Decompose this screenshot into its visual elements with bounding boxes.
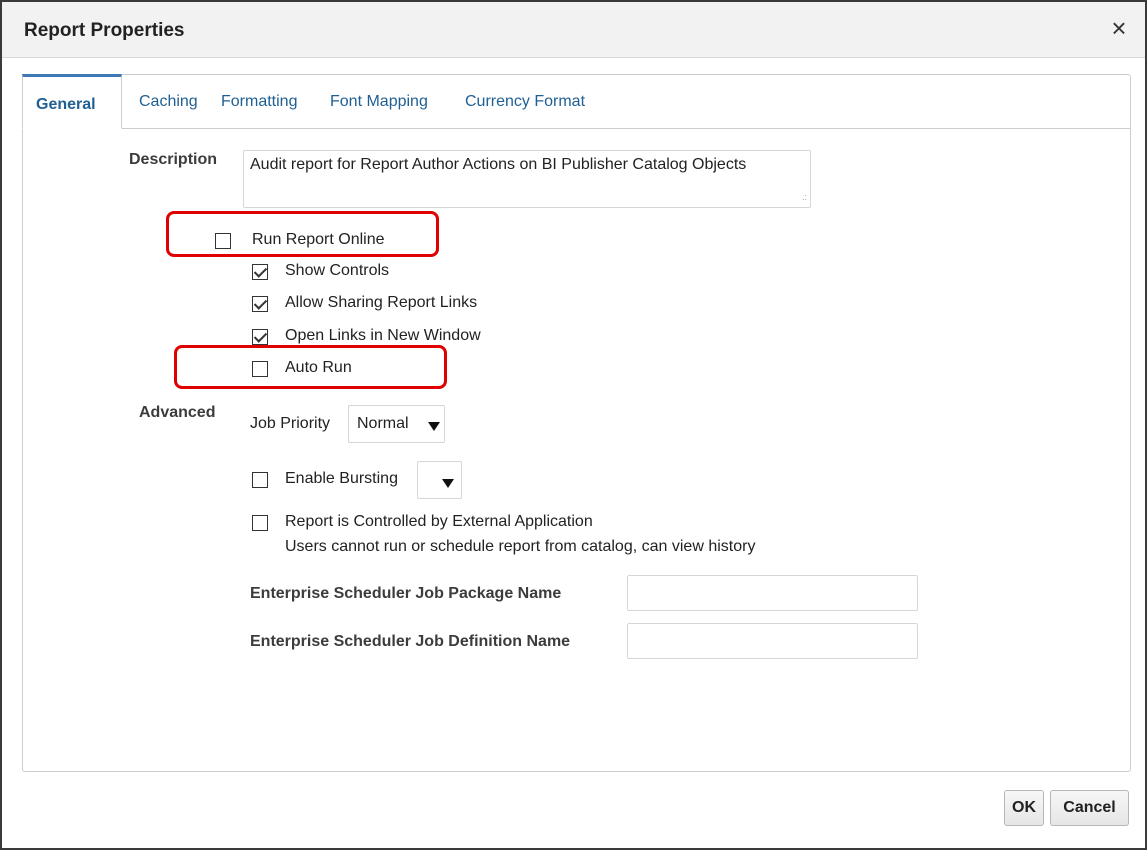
ok-button[interactable]: OK [1004,790,1044,826]
job-priority-value: Normal [357,415,409,432]
external-app-label: Report is Controlled by External Applica… [285,513,593,530]
job-priority-select[interactable]: Normal [348,405,445,443]
run-report-online-checkbox[interactable] [215,233,231,249]
job-priority-label: Job Priority [250,415,331,432]
chevron-down-icon [428,422,440,431]
show-controls-label: Show Controls [285,262,390,279]
tab-general[interactable]: General [22,74,122,129]
resize-grip-icon[interactable]: .: [802,189,807,205]
tab-caching[interactable]: Caching [139,93,198,111]
description-field[interactable]: Audit report for Report Author Actions o… [243,150,811,208]
dialog-title: Report Properties [24,20,185,41]
report-properties-dialog: Report Properties × General Caching Form… [0,0,1147,850]
run-report-online-label: Run Report Online [252,231,385,248]
ess-definition-input[interactable] [627,623,918,659]
description-label: Description [129,151,218,168]
open-links-new-window-label: Open Links in New Window [285,327,481,344]
allow-sharing-links-label: Allow Sharing Report Links [285,294,478,311]
tab-formatting[interactable]: Formatting [221,93,297,111]
tab-font-mapping[interactable]: Font Mapping [330,93,428,111]
auto-run-checkbox[interactable] [252,361,268,377]
external-app-checkbox[interactable] [252,515,268,531]
enable-bursting-label: Enable Bursting [285,470,398,487]
ess-package-label: Enterprise Scheduler Job Package Name [250,585,562,602]
external-app-note: Users cannot run or schedule report from… [285,538,756,555]
close-icon[interactable]: × [1107,14,1131,42]
auto-run-label: Auto Run [285,359,352,376]
tab-currency-format[interactable]: Currency Format [465,93,585,111]
chevron-down-icon [442,479,454,488]
description-text: Audit report for Report Author Actions o… [250,156,747,173]
open-links-new-window-checkbox[interactable] [252,329,268,345]
enable-bursting-checkbox[interactable] [252,472,268,488]
allow-sharing-links-checkbox[interactable] [252,296,268,312]
tab-bar: General Caching Formatting Font Mapping … [22,74,1130,129]
tab-panel: General Caching Formatting Font Mapping … [22,74,1131,772]
ess-package-input[interactable] [627,575,918,611]
advanced-label: Advanced [139,404,216,421]
dialog-titlebar: Report Properties × [2,2,1145,58]
show-controls-checkbox[interactable] [252,264,268,280]
ess-definition-label: Enterprise Scheduler Job Definition Name [250,633,571,650]
cancel-button[interactable]: Cancel [1050,790,1129,826]
bursting-select[interactable] [417,461,462,499]
